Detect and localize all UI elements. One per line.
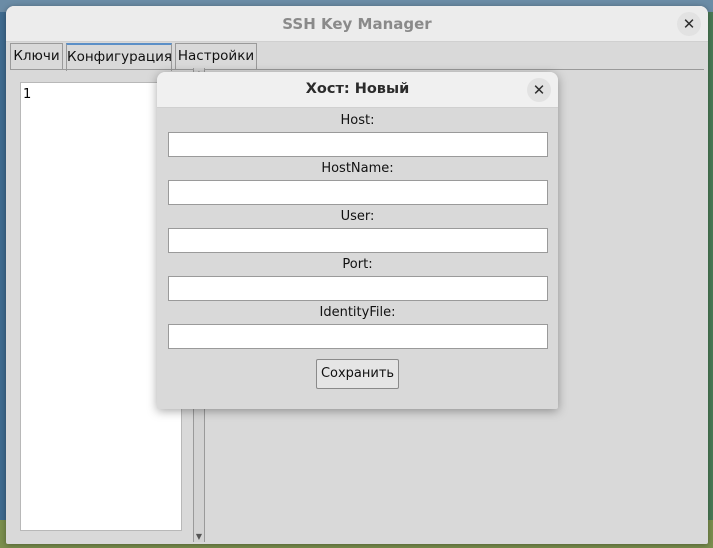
- host-label: Host:: [340, 113, 375, 128]
- identityfile-label: IdentityFile:: [319, 305, 396, 320]
- port-input[interactable]: [168, 276, 548, 301]
- hostname-input[interactable]: [168, 180, 548, 205]
- tab-configuration[interactable]: Конфигурация: [66, 43, 172, 71]
- tab-pane-divider: [10, 69, 704, 70]
- dialog-close-button[interactable]: ✕: [527, 78, 551, 102]
- list-item[interactable]: 1: [23, 87, 31, 102]
- scroll-down-icon[interactable]: ▼: [194, 531, 204, 542]
- dialog-titlebar[interactable]: Хост: Новый ✕: [157, 72, 558, 108]
- tab-settings[interactable]: Настройки: [175, 43, 257, 69]
- dialog-title: Хост: Новый: [305, 81, 410, 97]
- main-titlebar[interactable]: SSH Key Manager ✕: [6, 6, 708, 42]
- close-icon: ✕: [532, 81, 546, 99]
- save-button[interactable]: Сохранить: [316, 359, 399, 389]
- close-icon: ✕: [682, 15, 696, 33]
- identityfile-input[interactable]: [168, 324, 548, 349]
- window-title: SSH Key Manager: [282, 15, 432, 33]
- hostname-label: HostName:: [321, 161, 394, 176]
- port-label: Port:: [342, 257, 373, 272]
- user-label: User:: [340, 209, 375, 224]
- tab-keys[interactable]: Ключи: [10, 43, 63, 69]
- host-dialog: Хост: Новый ✕ Host: HostName: User: Port…: [157, 72, 558, 409]
- host-input[interactable]: [168, 132, 548, 157]
- user-input[interactable]: [168, 228, 548, 253]
- window-close-button[interactable]: ✕: [677, 12, 701, 36]
